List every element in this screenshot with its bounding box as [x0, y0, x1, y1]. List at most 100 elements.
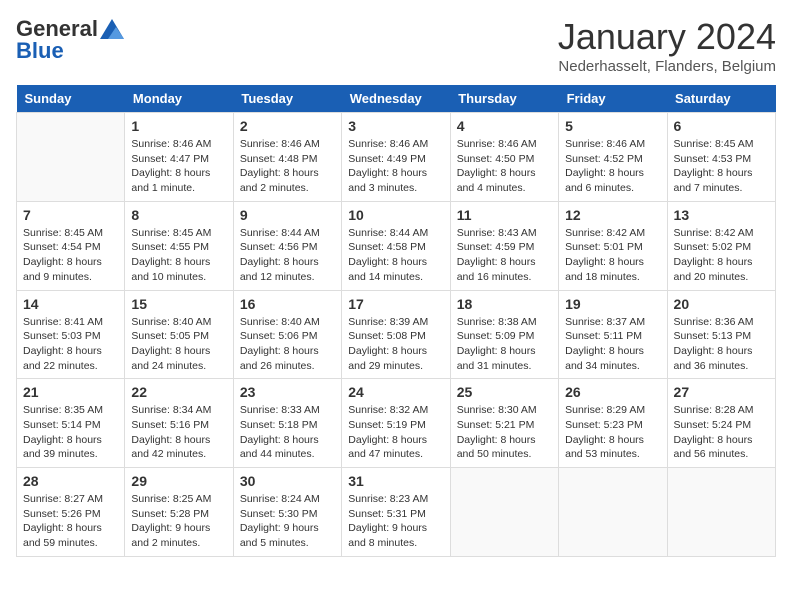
day-number: 16 [240, 296, 335, 312]
calendar-cell: 29 Sunrise: 8:25 AMSunset: 5:28 PMDayligh… [125, 468, 233, 557]
day-info: Sunrise: 8:43 AMSunset: 4:59 PMDaylight:… [457, 226, 552, 285]
day-number: 21 [23, 384, 118, 400]
calendar-week-row: 1 Sunrise: 8:46 AMSunset: 4:47 PMDaylight… [17, 113, 776, 202]
calendar-cell: 25 Sunrise: 8:30 AMSunset: 5:21 PMDayligh… [450, 379, 558, 468]
calendar-cell: 15 Sunrise: 8:40 AMSunset: 5:05 PMDayligh… [125, 290, 233, 379]
calendar-cell: 7 Sunrise: 8:45 AMSunset: 4:54 PMDaylight… [17, 201, 125, 290]
day-info: Sunrise: 8:29 AMSunset: 5:23 PMDaylight:… [565, 403, 660, 462]
day-info: Sunrise: 8:25 AMSunset: 5:28 PMDaylight:… [131, 492, 226, 551]
day-info: Sunrise: 8:39 AMSunset: 5:08 PMDaylight:… [348, 315, 443, 374]
title-block: January 2024 Nederhasselt, Flanders, Bel… [558, 16, 776, 75]
day-number: 11 [457, 207, 552, 223]
day-info: Sunrise: 8:37 AMSunset: 5:11 PMDaylight:… [565, 315, 660, 374]
calendar-cell: 20 Sunrise: 8:36 AMSunset: 5:13 PMDayligh… [667, 290, 775, 379]
day-info: Sunrise: 8:28 AMSunset: 5:24 PMDaylight:… [674, 403, 769, 462]
day-info: Sunrise: 8:42 AMSunset: 5:02 PMDaylight:… [674, 226, 769, 285]
calendar-table: SundayMondayTuesdayWednesdayThursdayFrid… [16, 85, 776, 557]
day-info: Sunrise: 8:35 AMSunset: 5:14 PMDaylight:… [23, 403, 118, 462]
day-info: Sunrise: 8:40 AMSunset: 5:05 PMDaylight:… [131, 315, 226, 374]
day-number: 4 [457, 118, 552, 134]
day-info: Sunrise: 8:23 AMSunset: 5:31 PMDaylight:… [348, 492, 443, 551]
calendar-cell: 31 Sunrise: 8:23 AMSunset: 5:31 PMDayligh… [342, 468, 450, 557]
calendar-cell: 8Sunrise: 8:45 AMSunset: 4:55 PMDaylight… [125, 201, 233, 290]
calendar-cell: 28 Sunrise: 8:27 AMSunset: 5:26 PMDayligh… [17, 468, 125, 557]
logo: General Blue [16, 16, 124, 64]
day-info: Sunrise: 8:30 AMSunset: 5:21 PMDaylight:… [457, 403, 552, 462]
weekday-header: Saturday [667, 85, 775, 113]
calendar-header-row: SundayMondayTuesdayWednesdayThursdayFrid… [17, 85, 776, 113]
calendar-cell: 1 Sunrise: 8:46 AMSunset: 4:47 PMDaylight… [125, 113, 233, 202]
day-info: Sunrise: 8:44 AMSunset: 4:56 PMDaylight:… [240, 226, 335, 285]
day-info: Sunrise: 8:41 AMSunset: 5:03 PMDaylight:… [23, 315, 118, 374]
day-number: 7 [23, 207, 118, 223]
location: Nederhasselt, Flanders, Belgium [558, 58, 776, 75]
day-info: Sunrise: 8:46 AMSunset: 4:50 PMDaylight:… [457, 137, 552, 196]
calendar-cell [667, 468, 775, 557]
calendar-cell [17, 113, 125, 202]
day-number: 24 [348, 384, 443, 400]
day-info: Sunrise: 8:38 AMSunset: 5:09 PMDaylight:… [457, 315, 552, 374]
calendar-cell: 11 Sunrise: 8:43 AMSunset: 4:59 PMDayligh… [450, 201, 558, 290]
day-number: 14 [23, 296, 118, 312]
weekday-header: Tuesday [233, 85, 341, 113]
day-number: 15 [131, 296, 226, 312]
calendar-cell: 30Sunrise: 8:24 AMSunset: 5:30 PMDayligh… [233, 468, 341, 557]
day-number: 18 [457, 296, 552, 312]
day-info: Sunrise: 8:46 AMSunset: 4:52 PMDaylight:… [565, 137, 660, 196]
day-number: 30 [240, 473, 335, 489]
calendar-cell: 6 Sunrise: 8:45 AMSunset: 4:53 PMDaylight… [667, 113, 775, 202]
day-number: 12 [565, 207, 660, 223]
calendar-cell: 23Sunrise: 8:33 AMSunset: 5:18 PMDayligh… [233, 379, 341, 468]
day-number: 19 [565, 296, 660, 312]
calendar-cell: 13Sunrise: 8:42 AMSunset: 5:02 PMDayligh… [667, 201, 775, 290]
logo-icon [100, 17, 124, 41]
day-number: 17 [348, 296, 443, 312]
day-number: 5 [565, 118, 660, 134]
calendar-cell: 5 Sunrise: 8:46 AMSunset: 4:52 PMDaylight… [559, 113, 667, 202]
calendar-cell: 9 Sunrise: 8:44 AMSunset: 4:56 PMDaylight… [233, 201, 341, 290]
day-info: Sunrise: 8:36 AMSunset: 5:13 PMDaylight:… [674, 315, 769, 374]
calendar-cell: 21 Sunrise: 8:35 AMSunset: 5:14 PMDayligh… [17, 379, 125, 468]
calendar-cell: 27 Sunrise: 8:28 AMSunset: 5:24 PMDayligh… [667, 379, 775, 468]
day-info: Sunrise: 8:46 AMSunset: 4:49 PMDaylight:… [348, 137, 443, 196]
day-info: Sunrise: 8:34 AMSunset: 5:16 PMDaylight:… [131, 403, 226, 462]
page-header: General Blue January 2024 Nederhasselt, … [16, 16, 776, 75]
calendar-cell: 10Sunrise: 8:44 AMSunset: 4:58 PMDayligh… [342, 201, 450, 290]
calendar-cell: 2Sunrise: 8:46 AMSunset: 4:48 PMDaylight… [233, 113, 341, 202]
day-number: 27 [674, 384, 769, 400]
day-number: 3 [348, 118, 443, 134]
day-info: Sunrise: 8:45 AMSunset: 4:53 PMDaylight:… [674, 137, 769, 196]
month-title: January 2024 [558, 16, 776, 58]
day-info: Sunrise: 8:46 AMSunset: 4:47 PMDaylight:… [131, 137, 226, 196]
calendar-cell: 12 Sunrise: 8:42 AMSunset: 5:01 PMDayligh… [559, 201, 667, 290]
day-number: 8 [131, 207, 226, 223]
calendar-cell: 26Sunrise: 8:29 AMSunset: 5:23 PMDayligh… [559, 379, 667, 468]
day-number: 29 [131, 473, 226, 489]
weekday-header: Thursday [450, 85, 558, 113]
day-info: Sunrise: 8:32 AMSunset: 5:19 PMDaylight:… [348, 403, 443, 462]
day-info: Sunrise: 8:27 AMSunset: 5:26 PMDaylight:… [23, 492, 118, 551]
day-number: 28 [23, 473, 118, 489]
day-number: 1 [131, 118, 226, 134]
calendar-cell [559, 468, 667, 557]
calendar-cell: 14 Sunrise: 8:41 AMSunset: 5:03 PMDayligh… [17, 290, 125, 379]
day-number: 6 [674, 118, 769, 134]
day-info: Sunrise: 8:45 AMSunset: 4:54 PMDaylight:… [23, 226, 118, 285]
day-number: 20 [674, 296, 769, 312]
calendar-week-row: 21 Sunrise: 8:35 AMSunset: 5:14 PMDayligh… [17, 379, 776, 468]
calendar-cell: 4 Sunrise: 8:46 AMSunset: 4:50 PMDaylight… [450, 113, 558, 202]
day-number: 25 [457, 384, 552, 400]
day-number: 9 [240, 207, 335, 223]
calendar-week-row: 28 Sunrise: 8:27 AMSunset: 5:26 PMDayligh… [17, 468, 776, 557]
calendar-cell [450, 468, 558, 557]
calendar-cell: 19 Sunrise: 8:37 AMSunset: 5:11 PMDayligh… [559, 290, 667, 379]
day-info: Sunrise: 8:42 AMSunset: 5:01 PMDaylight:… [565, 226, 660, 285]
calendar-week-row: 14 Sunrise: 8:41 AMSunset: 5:03 PMDayligh… [17, 290, 776, 379]
calendar-cell: 24 Sunrise: 8:32 AMSunset: 5:19 PMDayligh… [342, 379, 450, 468]
day-number: 22 [131, 384, 226, 400]
calendar-cell: 22 Sunrise: 8:34 AMSunset: 5:16 PMDayligh… [125, 379, 233, 468]
calendar-cell: 3 Sunrise: 8:46 AMSunset: 4:49 PMDaylight… [342, 113, 450, 202]
day-info: Sunrise: 8:46 AMSunset: 4:48 PMDaylight:… [240, 137, 335, 196]
day-number: 23 [240, 384, 335, 400]
day-number: 31 [348, 473, 443, 489]
